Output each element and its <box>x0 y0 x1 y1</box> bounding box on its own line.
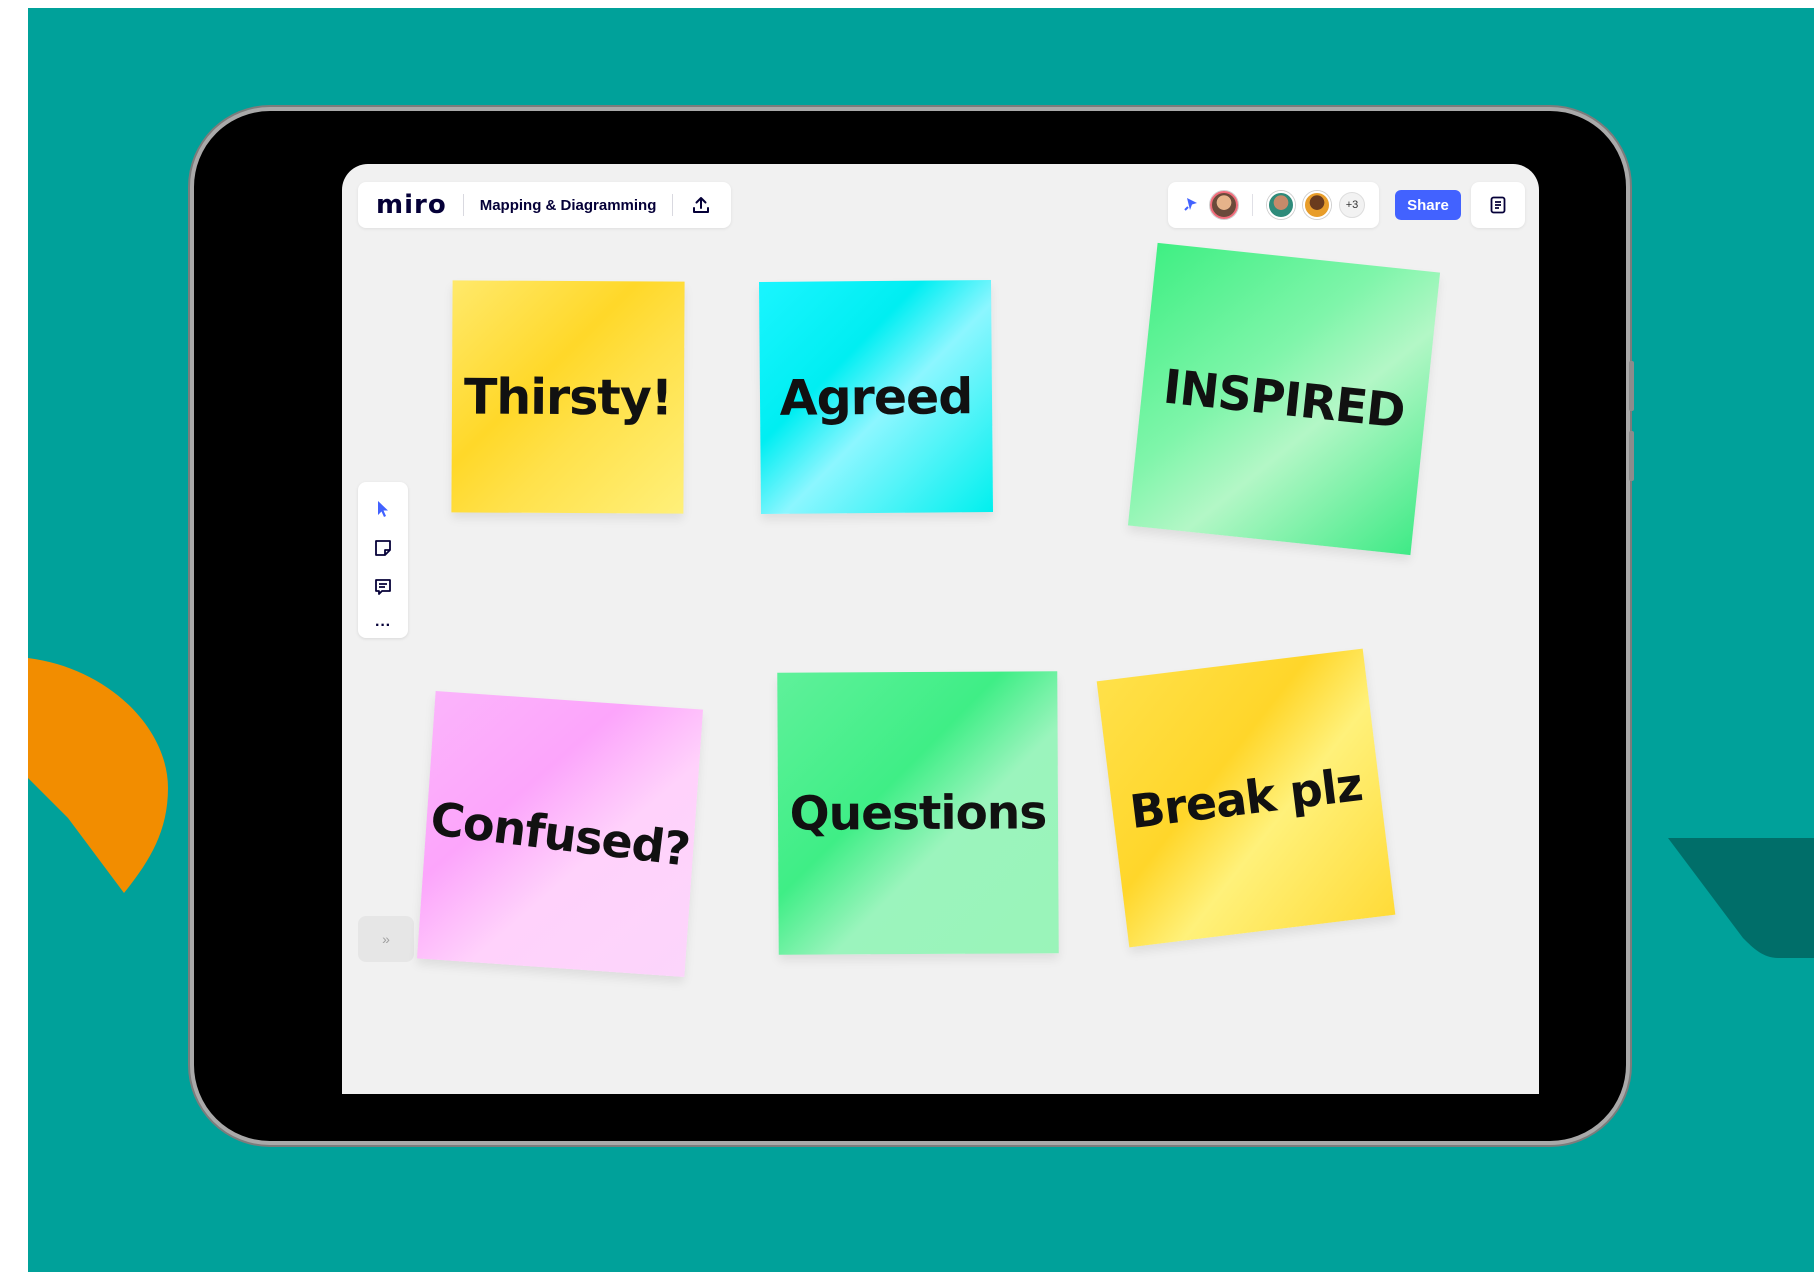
sticky-note-text: Questions <box>789 784 1047 842</box>
sticky-note[interactable]: Questions <box>777 671 1059 955</box>
tablet-volume-button <box>1629 431 1634 481</box>
sticky-note-text: Confused? <box>427 791 693 877</box>
notes-icon[interactable] <box>1471 182 1525 228</box>
sticky-note-text: INSPIRED <box>1160 359 1408 439</box>
more-collaborators-badge[interactable]: +3 <box>1339 192 1365 218</box>
miro-board-canvas[interactable]: miro Mapping & Diagramming +3 Share ··· … <box>342 164 1539 1094</box>
orange-shape <box>28 658 168 893</box>
upload-icon[interactable] <box>689 193 713 217</box>
select-icon[interactable] <box>370 496 396 521</box>
cursor-follow-icon[interactable] <box>1182 195 1202 215</box>
board-header: miro Mapping & Diagramming <box>358 182 732 228</box>
avatar[interactable] <box>1303 191 1331 219</box>
sticky-note[interactable]: Thirsty! <box>451 280 685 514</box>
collaborators-bar: +3 <box>1168 182 1379 228</box>
expand-panel-button[interactable]: » <box>358 916 414 962</box>
tablet-volume-button <box>1629 361 1634 411</box>
sticky-note[interactable]: Confused? <box>416 690 704 978</box>
more-icon[interactable]: ··· <box>370 613 396 638</box>
left-toolbar: ··· <box>358 482 408 638</box>
sticky-note[interactable]: Break plz <box>1096 648 1396 948</box>
board-title[interactable]: Mapping & Diagramming <box>480 197 657 214</box>
share-button[interactable]: Share <box>1395 190 1461 220</box>
sticky-note[interactable]: INSPIRED <box>1127 242 1441 556</box>
sticky-note-text: Break plz <box>1127 756 1365 840</box>
sticky-note-text: Thirsty! <box>463 367 673 427</box>
sticky-note[interactable]: Agreed <box>758 279 994 515</box>
divider <box>672 194 674 216</box>
miro-logo[interactable]: miro <box>376 190 447 220</box>
divider <box>462 194 464 216</box>
avatar[interactable] <box>1210 191 1238 219</box>
sticky-note-icon[interactable] <box>370 535 396 560</box>
comment-icon[interactable] <box>370 574 396 599</box>
sticky-note-text: Agreed <box>779 367 973 427</box>
divider <box>1252 194 1253 216</box>
avatar[interactable] <box>1267 191 1295 219</box>
dark-teal-shape <box>1668 838 1814 958</box>
